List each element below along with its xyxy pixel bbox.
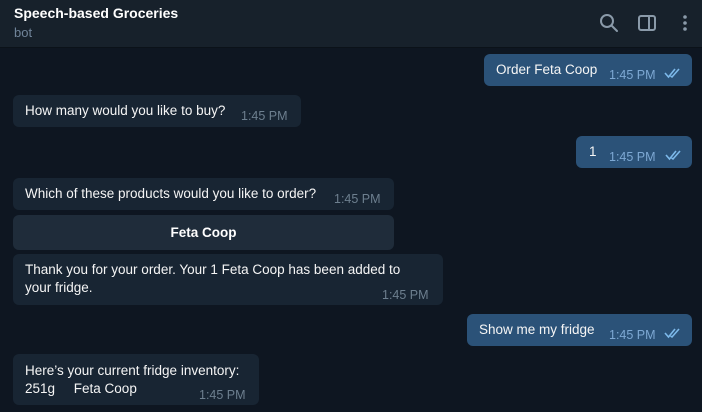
- outgoing-message[interactable]: Order Feta Coop 1:45 PM: [484, 54, 692, 86]
- message-text: Show me my fridge: [479, 322, 595, 337]
- message-time: 1:45 PM: [609, 150, 656, 164]
- incoming-message[interactable]: Which of these products would you like t…: [13, 178, 394, 210]
- incoming-message[interactable]: Here’s your current fridge inventory: 25…: [13, 354, 259, 405]
- message-time: 1:45 PM: [609, 328, 656, 342]
- message-text-line: your fridge.: [25, 280, 93, 295]
- message-text: 1: [589, 144, 597, 159]
- outgoing-message[interactable]: Show me my fridge 1:45 PM: [467, 314, 692, 346]
- message-time: 1:45 PM: [609, 68, 656, 82]
- more-vertical-icon[interactable]: [674, 12, 696, 34]
- chat-header: Speech-based Groceries bot: [0, 0, 702, 48]
- inline-button-feta-coop[interactable]: Feta Coop: [13, 215, 394, 250]
- message-time: 1:45 PM: [382, 288, 429, 302]
- message-text: Which of these products would you like t…: [25, 186, 317, 201]
- chat-title[interactable]: Speech-based Groceries: [14, 5, 178, 21]
- search-icon[interactable]: [598, 12, 620, 34]
- message-text-line: Here’s your current fridge inventory:: [25, 363, 240, 378]
- incoming-message[interactable]: How many would you like to buy? 1:45 PM: [13, 95, 301, 127]
- incoming-message[interactable]: Thank you for your order. Your 1 Feta Co…: [13, 254, 443, 305]
- chat-subtitle: bot: [14, 25, 33, 40]
- message-text-line: 251g Feta Coop: [25, 381, 137, 396]
- message-time: 1:45 PM: [199, 388, 246, 402]
- message-text: How many would you like to buy?: [25, 103, 226, 118]
- message-time: 1:45 PM: [334, 192, 381, 206]
- message-list[interactable]: Order Feta Coop 1:45 PM How many would y…: [0, 48, 702, 412]
- read-check-icon: [664, 328, 680, 339]
- read-check-icon: [665, 150, 681, 161]
- outgoing-message[interactable]: 1 1:45 PM: [576, 136, 692, 168]
- read-check-icon: [664, 68, 680, 79]
- message-text: Order Feta Coop: [496, 62, 598, 77]
- message-time: 1:45 PM: [241, 109, 288, 123]
- sidebar-toggle-icon[interactable]: [636, 12, 658, 34]
- message-text-line: Thank you for your order. Your 1 Feta Co…: [25, 262, 401, 277]
